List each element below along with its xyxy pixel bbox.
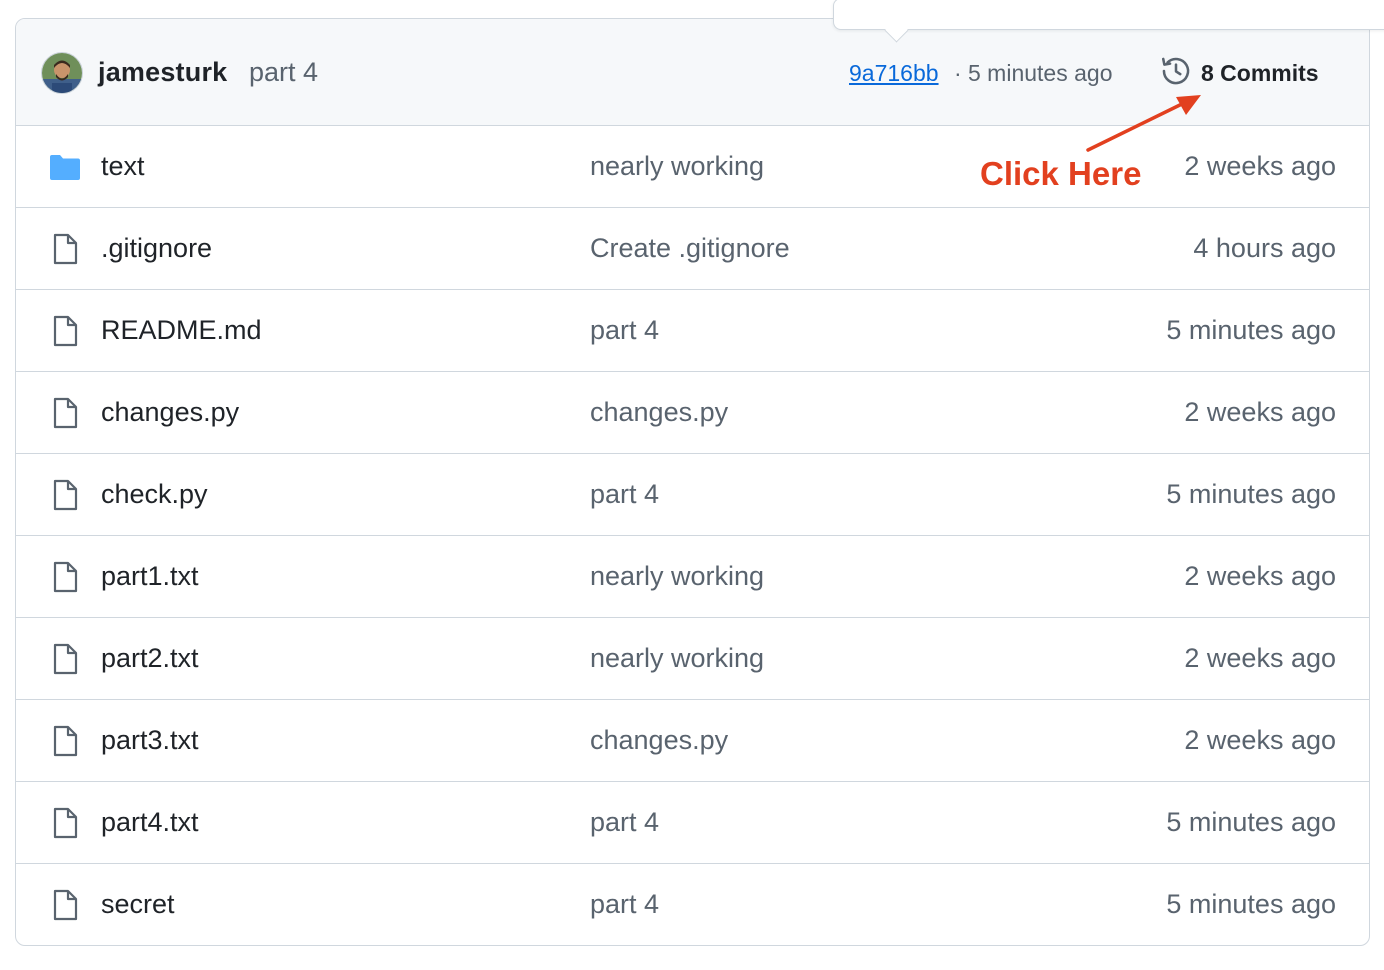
file-row[interactable]: changes.py changes.py 2 weeks ago (16, 372, 1369, 454)
file-commit-message[interactable]: nearly working (590, 643, 764, 674)
file-commit-time: 2 weeks ago (1184, 643, 1336, 673)
file-rows: text nearly working 2 weeks ago .gitigno… (16, 126, 1369, 945)
file-row[interactable]: part1.txt nearly working 2 weeks ago (16, 536, 1369, 618)
file-commit-message[interactable]: part 4 (590, 889, 659, 920)
file-name-link[interactable]: .gitignore (101, 233, 212, 264)
file-commit-message[interactable]: part 4 (590, 807, 659, 838)
file-icon (48, 232, 82, 266)
file-name-link[interactable]: part3.txt (101, 725, 199, 756)
file-row[interactable]: check.py part 4 5 minutes ago (16, 454, 1369, 536)
commits-count-label: 8 Commits (1201, 59, 1319, 86)
file-commit-time: 5 minutes ago (1166, 889, 1336, 919)
file-commit-time: 2 weeks ago (1184, 151, 1336, 181)
commit-time: 5 minutes ago (968, 60, 1113, 86)
file-commit-message[interactable]: part 4 (590, 315, 659, 346)
file-commit-message[interactable]: Create .gitignore (590, 233, 790, 264)
file-icon (48, 888, 82, 922)
avatar-image (42, 53, 82, 93)
folder-icon (48, 150, 82, 184)
file-name-link[interactable]: check.py (101, 479, 208, 510)
file-name-link[interactable]: part1.txt (101, 561, 199, 592)
file-icon (48, 560, 82, 594)
file-commit-message[interactable]: changes.py (590, 725, 728, 756)
file-name-link[interactable]: text (101, 151, 145, 182)
file-name-link[interactable]: secret (101, 889, 175, 920)
file-commit-time: 5 minutes ago (1166, 479, 1336, 509)
popover-panel (833, 0, 1384, 30)
file-commit-time: 2 weeks ago (1184, 561, 1336, 591)
file-name-link[interactable]: part4.txt (101, 807, 199, 838)
file-row[interactable]: part3.txt changes.py 2 weeks ago (16, 700, 1369, 782)
commit-sha-link[interactable]: 9a716bb (849, 60, 939, 87)
file-commit-message[interactable]: part 4 (590, 479, 659, 510)
avatar[interactable] (41, 52, 83, 94)
file-name-link[interactable]: README.md (101, 315, 262, 346)
file-name-link[interactable]: part2.txt (101, 643, 199, 674)
file-commit-time: 5 minutes ago (1166, 807, 1336, 837)
file-row[interactable]: secret part 4 5 minutes ago (16, 864, 1369, 945)
file-row[interactable]: README.md part 4 5 minutes ago (16, 290, 1369, 372)
file-icon (48, 806, 82, 840)
file-name-link[interactable]: changes.py (101, 397, 239, 428)
file-row[interactable]: .gitignore Create .gitignore 4 hours ago (16, 208, 1369, 290)
file-commit-message[interactable]: nearly working (590, 151, 764, 182)
file-commit-message[interactable]: nearly working (590, 561, 764, 592)
file-commit-time: 2 weeks ago (1184, 397, 1336, 427)
file-commit-time: 5 minutes ago (1166, 315, 1336, 345)
file-icon (48, 724, 82, 758)
file-commit-time: 2 weeks ago (1184, 725, 1336, 755)
history-icon (1159, 54, 1193, 93)
file-row[interactable]: part2.txt nearly working 2 weeks ago (16, 618, 1369, 700)
commit-message[interactable]: part 4 (249, 57, 318, 88)
file-commit-message[interactable]: changes.py (590, 397, 728, 428)
file-row[interactable]: part4.txt part 4 5 minutes ago (16, 782, 1369, 864)
latest-commit-bar: jamesturk part 4 9a716bb · 5 minutes ago… (16, 19, 1369, 126)
file-icon (48, 396, 82, 430)
commit-author[interactable]: jamesturk (98, 57, 227, 88)
click-here-annotation: Click Here (980, 155, 1146, 193)
file-icon (48, 642, 82, 676)
file-icon (48, 314, 82, 348)
file-commit-time: 4 hours ago (1193, 233, 1336, 263)
file-row[interactable]: text nearly working 2 weeks ago (16, 126, 1369, 208)
file-icon (48, 478, 82, 512)
commits-history-link[interactable]: 8 Commits (1159, 55, 1319, 91)
file-list-box: jamesturk part 4 9a716bb · 5 minutes ago… (15, 18, 1370, 946)
separator-dot: · (954, 60, 962, 86)
